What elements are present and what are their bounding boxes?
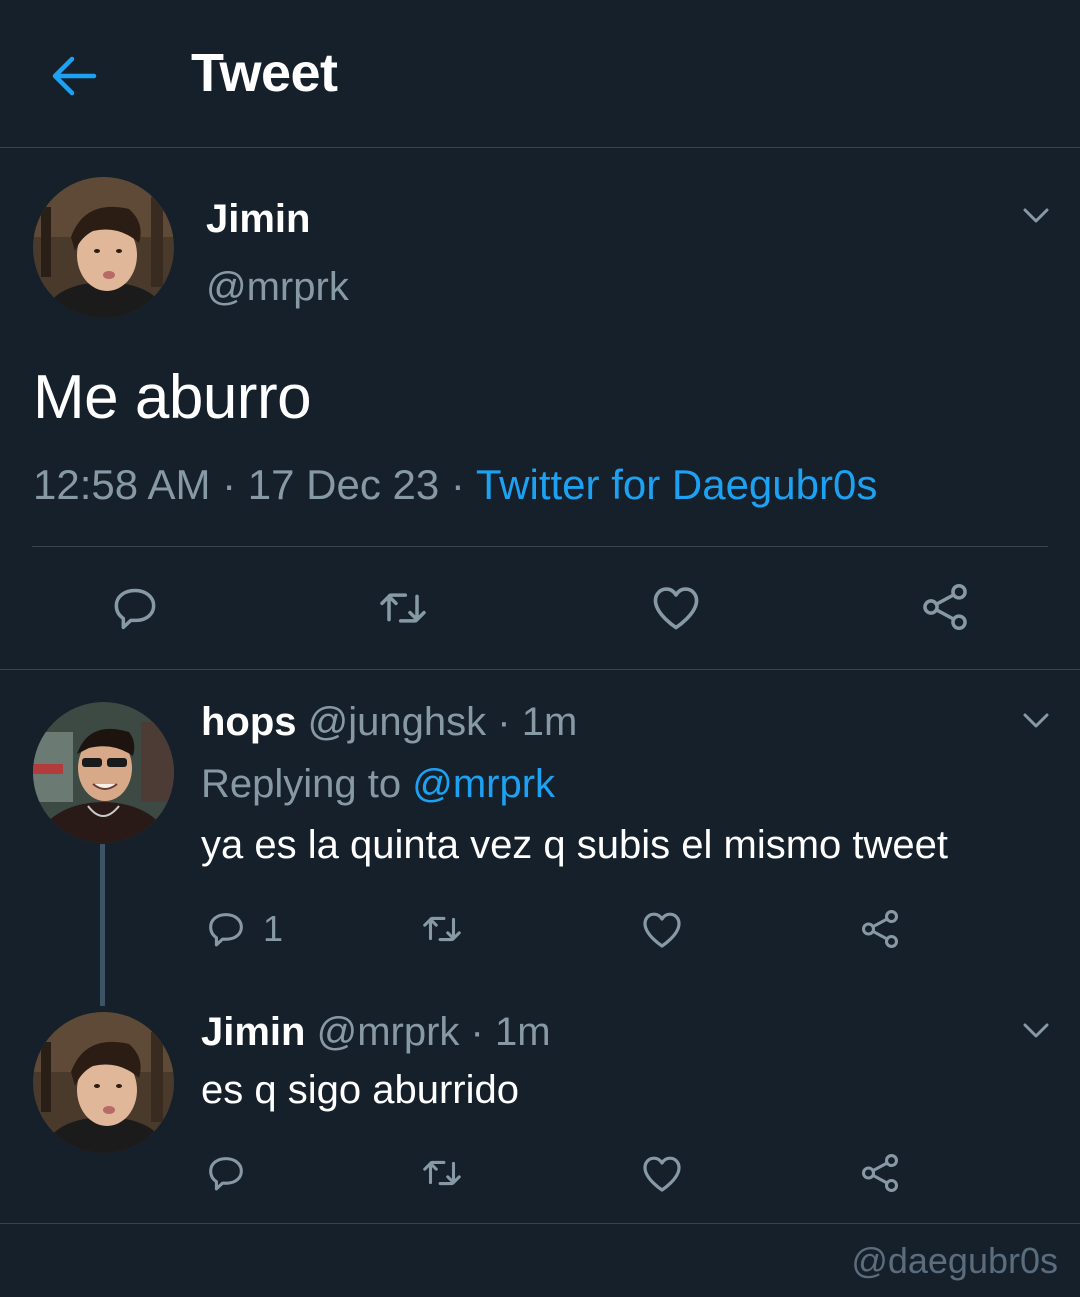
- tweet-text: Me aburro: [33, 363, 312, 432]
- avatar[interactable]: [33, 702, 174, 843]
- retweet-button[interactable]: [419, 1150, 465, 1196]
- share-button[interactable]: [857, 906, 903, 952]
- retweet-button[interactable]: [375, 580, 431, 636]
- tweet-source-link[interactable]: Twitter for Daegubr0s: [476, 461, 878, 508]
- reply-author-name[interactable]: Jimin: [201, 1010, 305, 1054]
- separator: ·: [486, 700, 522, 744]
- reply-age: 1m: [494, 1010, 551, 1054]
- reply-author-handle[interactable]: @mrprk: [317, 1010, 460, 1054]
- retweet-icon: [423, 1160, 461, 1186]
- chevron-down-icon[interactable]: [1019, 1013, 1053, 1047]
- reply-icon: [209, 1157, 243, 1191]
- reply-count: 1: [263, 908, 284, 949]
- retweet-button[interactable]: [419, 906, 465, 952]
- divider: [32, 546, 1048, 547]
- reply-text: es q sigo aburrido: [201, 1068, 519, 1112]
- heart-icon: [643, 1156, 681, 1192]
- thread-line: [100, 844, 105, 1006]
- share-icon: [861, 910, 899, 948]
- avatar[interactable]: [33, 1012, 174, 1153]
- reply-icon: [209, 913, 243, 947]
- separator: ·: [459, 1010, 495, 1054]
- author-handle[interactable]: @mrprk: [206, 265, 349, 310]
- replying-to: Replying to @mrprk: [201, 762, 555, 807]
- reply-button[interactable]: [107, 580, 163, 636]
- reply-author-handle[interactable]: @junghsk: [308, 700, 486, 744]
- share-icon: [861, 1154, 899, 1192]
- retweet-icon: [423, 916, 461, 942]
- reply-icon: [114, 588, 156, 630]
- author-name[interactable]: Jimin: [206, 197, 310, 242]
- divider: [0, 1223, 1080, 1224]
- reply-header: Jimin @mrprk · 1m: [201, 1010, 551, 1055]
- replying-to-mention[interactable]: @mrprk: [412, 762, 555, 806]
- heart-icon: [653, 587, 699, 630]
- share-button[interactable]: [917, 579, 973, 635]
- reply-header: hops @junghsk · 1m: [201, 700, 577, 745]
- replying-to-label: Replying to: [201, 762, 413, 806]
- separator: ·: [210, 461, 248, 508]
- top-bar: Tweet: [0, 0, 1080, 148]
- retweet-icon: [380, 593, 426, 623]
- divider: [0, 669, 1080, 670]
- reply-button[interactable]: 1: [203, 906, 283, 952]
- tweet-date: 17 Dec 23: [247, 461, 440, 508]
- tweet-meta: 12:58 AM · 17 Dec 23 · Twitter for Daegu…: [33, 461, 877, 509]
- reply-age: 1m: [521, 700, 578, 744]
- heart-icon: [643, 912, 681, 948]
- page-title: Tweet: [191, 43, 338, 103]
- reply-text: ya es la quinta vez q subis el mismo twe…: [201, 823, 949, 867]
- tweet-time: 12:58 AM: [33, 461, 211, 508]
- like-button[interactable]: [638, 905, 686, 953]
- arrow-left-icon[interactable]: [48, 50, 100, 102]
- share-icon: [923, 584, 967, 630]
- separator: ·: [439, 461, 476, 508]
- reply-button[interactable]: [203, 1150, 249, 1196]
- avatar[interactable]: [33, 177, 174, 318]
- watermark: @daegubr0s: [851, 1240, 1058, 1281]
- reply-author-name[interactable]: hops: [201, 700, 297, 744]
- chevron-down-icon[interactable]: [1019, 198, 1053, 232]
- chevron-down-icon[interactable]: [1019, 703, 1053, 737]
- like-button[interactable]: [647, 578, 705, 636]
- share-button[interactable]: [857, 1150, 903, 1196]
- like-button[interactable]: [638, 1149, 686, 1197]
